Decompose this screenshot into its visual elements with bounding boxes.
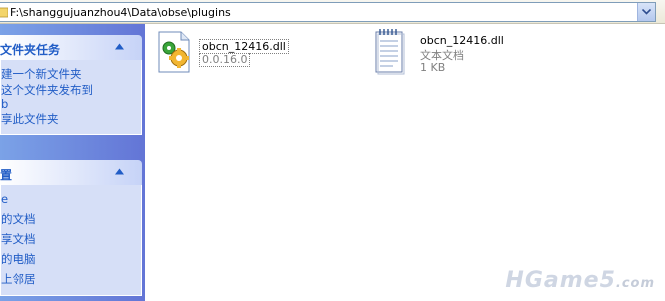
watermark-suffix: .com — [615, 276, 655, 291]
address-bar: F:\shanggujuanzhou4\Data\obse\plugins — [0, 0, 665, 24]
folder-icon — [0, 7, 8, 18]
address-dropdown-button[interactable] — [637, 3, 655, 21]
file-item[interactable]: obcn_12416.dll 文本文档 1 KB — [373, 28, 523, 80]
file-item[interactable]: obcn_12416.dll 0.0.16.0 — [155, 30, 305, 80]
file-tasks-header[interactable]: 文件夹任务 — [0, 35, 142, 60]
task-share-folder[interactable]: 享此文件夹 — [1, 111, 141, 128]
place-my-computer[interactable]: 的电脑 — [1, 249, 141, 269]
collapse-up-icon[interactable] — [115, 168, 124, 175]
other-places-panel: 置 e 的文档 享文档 的电脑 上邻居 — [0, 160, 142, 296]
other-places-header[interactable]: 置 — [0, 160, 142, 185]
file-list: obcn_12416.dll 0.0.16.0 obcn_12416.dll 文… — [145, 24, 665, 301]
file-size: 1 KB — [420, 61, 446, 74]
other-places-body: e 的文档 享文档 的电脑 上邻居 — [0, 185, 142, 296]
address-path: F:\shanggujuanzhou4\Data\obse\plugins — [10, 6, 231, 19]
place-my-documents[interactable]: 的文档 — [1, 209, 141, 229]
dll-gear-icon — [158, 31, 190, 73]
task-pane: 文件夹任务 建一个新文件夹 这个文件夹发布到 b 享此文件夹 置 e 的文档 享… — [0, 24, 145, 301]
task-publish-folder[interactable]: 这个文件夹发布到 — [1, 83, 141, 98]
task-new-folder[interactable]: 建一个新文件夹 — [1, 66, 141, 83]
notepad-icon — [375, 29, 405, 75]
file-name: obcn_12416.dll — [420, 34, 504, 47]
place-item[interactable]: e — [1, 189, 141, 209]
file-version: 0.0.16.0 — [199, 53, 251, 67]
place-network[interactable]: 上邻居 — [1, 269, 141, 289]
file-name: obcn_12416.dll — [199, 39, 289, 54]
task-publish-folder-cont[interactable]: b — [1, 98, 141, 111]
collapse-up-icon[interactable] — [115, 43, 124, 50]
file-tasks-panel: 文件夹任务 建一个新文件夹 这个文件夹发布到 b 享此文件夹 — [0, 35, 142, 135]
address-input[interactable]: F:\shanggujuanzhou4\Data\obse\plugins — [0, 2, 656, 22]
file-tasks-title: 文件夹任务 — [0, 43, 61, 57]
watermark-text: HGame5 — [505, 268, 616, 293]
other-places-title: 置 — [0, 168, 13, 182]
watermark-logo: HGame5.com — [505, 268, 655, 293]
place-shared-documents[interactable]: 享文档 — [1, 229, 141, 249]
file-tasks-body: 建一个新文件夹 这个文件夹发布到 b 享此文件夹 — [0, 60, 142, 135]
chevron-down-icon — [642, 9, 651, 15]
